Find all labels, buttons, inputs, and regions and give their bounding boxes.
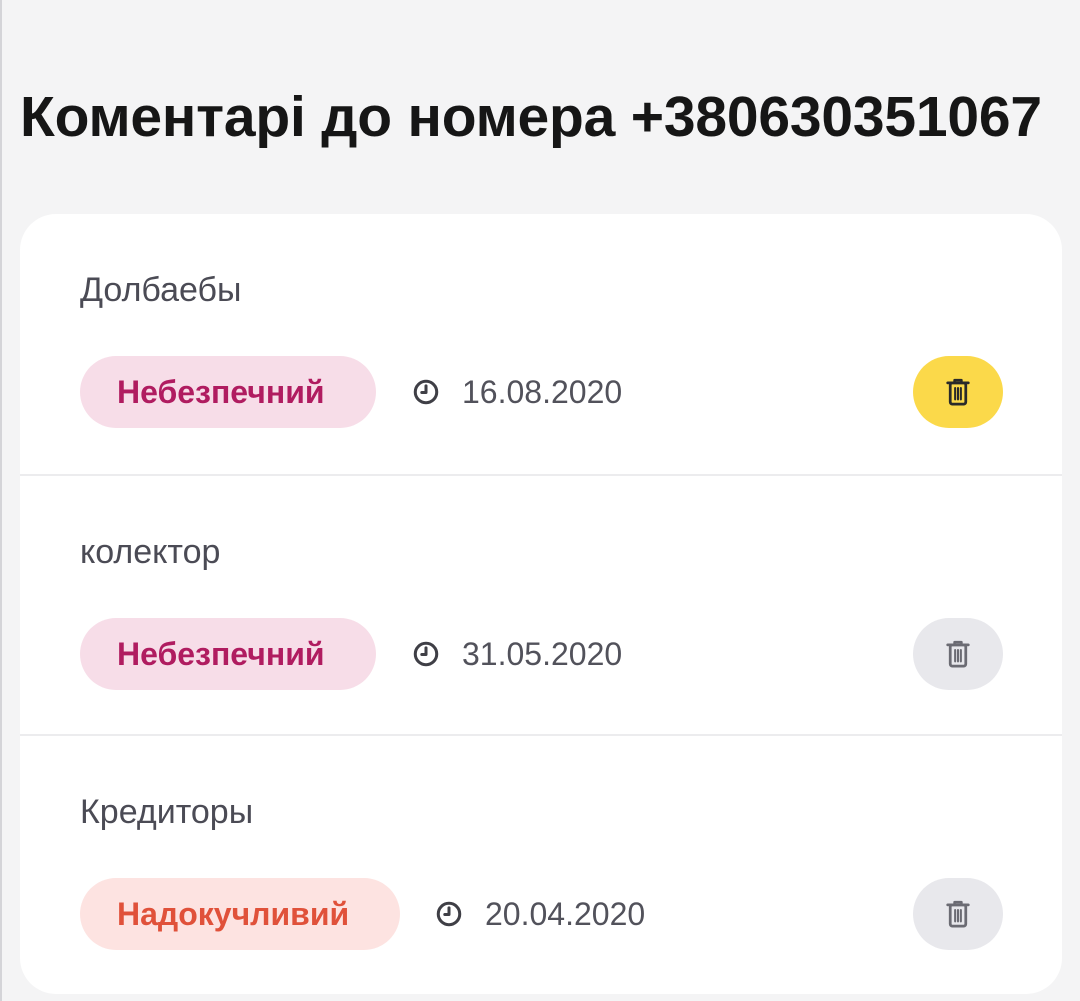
comment-item: Долбаебы Небезпечний 16.08.2020 (20, 214, 1062, 474)
comment-date: 31.05.2020 (412, 618, 622, 690)
comment-text: Кредиторы (80, 793, 254, 831)
comment-date: 16.08.2020 (412, 356, 622, 428)
date-text: 31.05.2020 (462, 635, 623, 672)
date-text: 20.04.2020 (485, 895, 646, 932)
category-label: Небезпечний (117, 635, 325, 672)
category-badge: Небезпечний (80, 618, 376, 690)
clock-icon (413, 379, 439, 405)
clock-icon (436, 901, 462, 927)
comment-text: колектор (80, 533, 221, 571)
category-label: Надокучливий (117, 895, 350, 932)
date-text: 16.08.2020 (462, 373, 623, 410)
delete-comment-button[interactable] (913, 356, 1003, 428)
trash-icon (946, 640, 970, 668)
comments-card: Долбаебы Небезпечний 16.08.2020 колектор… (20, 214, 1062, 994)
delete-comment-button[interactable] (913, 878, 1003, 950)
comment-date: 20.04.2020 (435, 878, 645, 950)
category-label: Небезпечний (117, 373, 325, 410)
clock-icon (413, 641, 439, 667)
window-left-edge (0, 0, 2, 1001)
category-badge: Небезпечний (80, 356, 376, 428)
comment-text: Долбаебы (80, 271, 242, 309)
trash-icon (946, 378, 970, 406)
delete-comment-button[interactable] (913, 618, 1003, 690)
comment-item: Кредиторы Надокучливий 20.04.2020 (20, 734, 1062, 994)
comment-item: колектор Небезпечний 31.05.2020 (20, 474, 1062, 734)
category-badge: Надокучливий (80, 878, 400, 950)
page-title: Коментарі до номера +380630351067 (20, 85, 1042, 149)
trash-icon (946, 900, 970, 928)
